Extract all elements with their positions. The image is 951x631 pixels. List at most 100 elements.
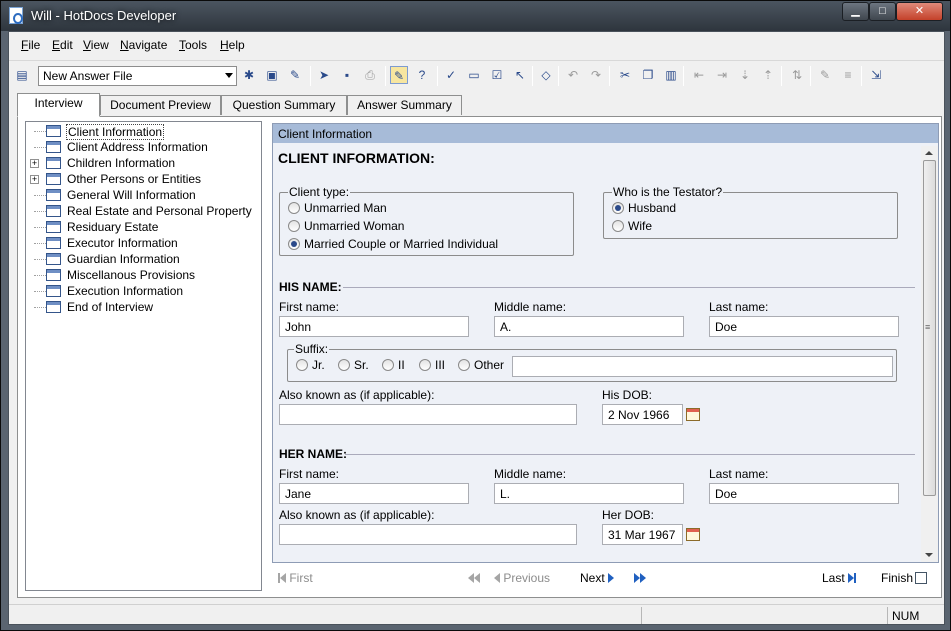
copy-icon[interactable]: ❐	[639, 66, 657, 84]
his-first-name-field[interactable]: John	[279, 316, 469, 337]
undo-icon[interactable]: ↶	[564, 66, 582, 84]
tree-item-execution[interactable]: Execution Information	[26, 284, 261, 300]
menu-edit[interactable]: Edit	[52, 38, 73, 52]
spell-check-icon[interactable]: ✓	[442, 66, 460, 84]
mark-icon[interactable]: ↖	[511, 66, 529, 84]
answer-summary-icon[interactable]: ✎	[390, 66, 408, 84]
document-icon[interactable]: ▤	[13, 66, 31, 84]
radio-suffix-sr[interactable]: Sr.	[338, 358, 369, 372]
tree-item-residuary-estate[interactable]: Residuary Estate	[26, 220, 261, 236]
radio-husband[interactable]: Husband	[612, 201, 676, 215]
scroll-down-icon[interactable]	[925, 553, 933, 557]
toolbar: ▤ New Answer File ✱ ▣ ✎ ➤ ▪ ⎙ ✎ ? ✓ ▭ ☑ …	[9, 60, 944, 90]
next-step-icon[interactable]: ➤	[315, 66, 333, 84]
finish-button[interactable]: Finish	[881, 571, 928, 585]
indent-right-icon[interactable]: ⇥	[713, 66, 731, 84]
edit-icon[interactable]: ✎	[816, 66, 834, 84]
her-dob-field[interactable]: 31 Mar 1967	[602, 524, 683, 545]
previous-page-button[interactable]	[468, 571, 480, 585]
close-button[interactable]: ✕	[896, 2, 943, 21]
next-page-button[interactable]	[634, 571, 646, 585]
properties-icon[interactable]: ≡	[839, 66, 857, 84]
answer-file-select[interactable]: New Answer File	[38, 66, 237, 86]
radio-suffix-ii[interactable]: II	[382, 358, 405, 372]
next-button[interactable]: Next	[580, 571, 615, 585]
redo-icon[interactable]: ↷	[587, 66, 605, 84]
menu-file[interactable]: File	[21, 38, 40, 52]
paste-icon[interactable]: ▥	[662, 66, 680, 84]
her-middle-name-field[interactable]: L.	[494, 483, 684, 504]
print-icon[interactable]: ⎙	[361, 66, 379, 84]
radio-unmarried-woman[interactable]: Unmarried Woman	[288, 219, 404, 233]
eraser-icon[interactable]: ◇	[537, 66, 555, 84]
previous-button[interactable]: Previous	[494, 571, 550, 585]
last-button[interactable]: Last	[822, 571, 857, 585]
tree-item-children[interactable]: + Children Information	[26, 156, 261, 172]
her-aka-field[interactable]	[279, 524, 577, 545]
insert-field-icon[interactable]: ▭	[465, 66, 483, 84]
radio-icon	[458, 359, 470, 371]
maximize-button[interactable]: □	[869, 2, 896, 21]
menu-tools[interactable]: Tools	[179, 38, 207, 52]
check-icon[interactable]: ☑	[488, 66, 506, 84]
her-last-name-field[interactable]: Doe	[709, 483, 899, 504]
menu-help[interactable]: Help	[220, 38, 245, 52]
his-aka-field[interactable]	[279, 404, 577, 425]
move-down-icon[interactable]: ⇣	[736, 66, 754, 84]
first-button[interactable]: First	[278, 571, 313, 585]
radio-suffix-iii[interactable]: III	[419, 358, 445, 372]
tab-interview[interactable]: Interview	[17, 93, 100, 117]
radio-married-couple[interactable]: Married Couple or Married Individual	[288, 237, 498, 251]
finish-icon	[915, 572, 928, 584]
tree-item-other-persons[interactable]: + Other Persons or Entities	[26, 172, 261, 188]
tree-item-end-of-interview[interactable]: End of Interview	[26, 300, 261, 316]
minimize-button[interactable]: ▁	[842, 2, 869, 21]
radio-suffix-jr[interactable]: Jr.	[296, 358, 325, 372]
move-up-icon[interactable]: ⇡	[759, 66, 777, 84]
save-icon[interactable]: ▪	[338, 66, 356, 84]
tree-item-general-will[interactable]: General Will Information	[26, 188, 261, 204]
his-middle-name-field[interactable]: A.	[494, 316, 684, 337]
his-last-name-field[interactable]: Doe	[709, 316, 899, 337]
tab-answer-summary[interactable]: Answer Summary	[347, 95, 462, 115]
next-icon	[608, 573, 615, 583]
menu-view[interactable]: View	[83, 38, 109, 52]
tree-item-client-information[interactable]: Client Information	[26, 124, 261, 140]
her-first-name-field[interactable]: Jane	[279, 483, 469, 504]
tree-item-executor[interactable]: Executor Information	[26, 236, 261, 252]
import-icon[interactable]: ⇲	[867, 66, 885, 84]
interview-pane: Client Information Client Address Inform…	[17, 116, 942, 598]
calendar-icon[interactable]	[686, 408, 700, 421]
calendar-icon[interactable]	[686, 528, 700, 541]
navigation-bar: First Previous Next Last Finish	[272, 565, 939, 593]
radio-unmarried-man[interactable]: Unmarried Man	[288, 201, 387, 215]
edit-answer-icon[interactable]: ✎	[286, 66, 304, 84]
form-scrollbar[interactable]: ≡	[921, 146, 938, 562]
open-answer-icon[interactable]: ▣	[263, 66, 281, 84]
new-answer-icon[interactable]: ✱	[240, 66, 258, 84]
tab-question-summary[interactable]: Question Summary	[221, 95, 347, 115]
indent-left-icon[interactable]: ⇤	[690, 66, 708, 84]
tree-item-client-address[interactable]: Client Address Information	[26, 140, 261, 156]
dialog-header: Client Information	[273, 124, 938, 143]
cut-icon[interactable]: ✂	[616, 66, 634, 84]
tree-item-miscellaneous[interactable]: Miscellanous Provisions	[26, 268, 261, 284]
menu-navigate[interactable]: Navigate	[120, 38, 167, 52]
tab-document-preview[interactable]: Document Preview	[100, 95, 221, 115]
radio-wife[interactable]: Wife	[612, 219, 652, 233]
suffix-other-field[interactable]	[512, 356, 893, 377]
sort-icon[interactable]: ⇅	[788, 66, 806, 84]
tree-item-guardian[interactable]: Guardian Information	[26, 252, 261, 268]
help-icon[interactable]: ?	[413, 66, 431, 84]
her-last-name-label: Last name:	[709, 467, 769, 481]
tree-item-real-estate[interactable]: Real Estate and Personal Property	[26, 204, 261, 220]
radio-icon	[288, 220, 300, 232]
expand-icon[interactable]: +	[30, 175, 39, 184]
previous-icon	[494, 573, 500, 583]
radio-suffix-other[interactable]: Other	[458, 358, 504, 372]
menu-bar: File Edit View Navigate Tools Help	[9, 35, 944, 57]
dialog-icon	[46, 253, 61, 265]
expand-icon[interactable]: +	[30, 159, 39, 168]
scroll-up-icon[interactable]	[925, 151, 933, 155]
his-dob-field[interactable]: 2 Nov 1966	[602, 404, 683, 425]
